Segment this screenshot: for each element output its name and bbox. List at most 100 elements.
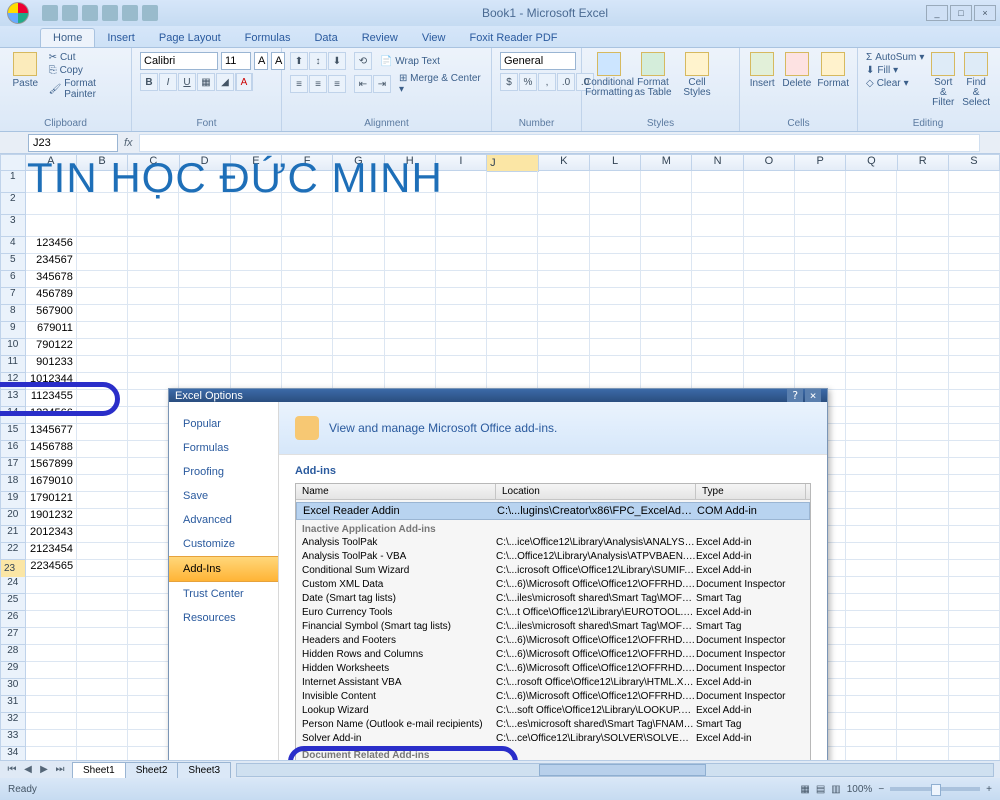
cell[interactable]: [846, 730, 897, 747]
cell[interactable]: [897, 322, 948, 339]
fill-color-button[interactable]: ◢: [216, 73, 234, 91]
cell[interactable]: [436, 215, 487, 237]
cell[interactable]: [744, 288, 795, 305]
cell[interactable]: [641, 254, 692, 271]
cell[interactable]: [385, 271, 436, 288]
cell[interactable]: [949, 475, 1000, 492]
align-right-button[interactable]: ≡: [328, 75, 346, 93]
cell[interactable]: [897, 679, 948, 696]
cell[interactable]: [77, 271, 128, 288]
tab-nav-next[interactable]: ▶: [36, 764, 52, 775]
cell[interactable]: [128, 215, 179, 237]
percent-button[interactable]: %: [519, 73, 537, 91]
col-header-O[interactable]: O: [744, 154, 795, 171]
col-header-A[interactable]: A: [26, 154, 77, 171]
cell[interactable]: [897, 628, 948, 645]
cell[interactable]: [77, 526, 128, 543]
cell[interactable]: [385, 322, 436, 339]
cell[interactable]: [179, 305, 230, 322]
dialog-nav-customize[interactable]: Customize: [169, 532, 278, 556]
row-header-9[interactable]: 9: [0, 322, 26, 339]
cell[interactable]: [26, 577, 77, 594]
paste-button[interactable]: Paste: [8, 52, 43, 89]
cell[interactable]: [538, 339, 589, 356]
formula-input[interactable]: [139, 134, 980, 152]
cell[interactable]: [897, 662, 948, 679]
cell[interactable]: [846, 288, 897, 305]
addin-row[interactable]: Hidden Rows and ColumnsC:\...6)\Microsof…: [296, 648, 810, 662]
cell[interactable]: [179, 339, 230, 356]
cell[interactable]: [77, 237, 128, 254]
cell[interactable]: 567900: [26, 305, 77, 322]
col-header-M[interactable]: M: [641, 154, 692, 171]
cell[interactable]: [897, 713, 948, 730]
col-header-R[interactable]: R: [898, 154, 949, 171]
cell[interactable]: [897, 171, 948, 193]
cell[interactable]: [385, 305, 436, 322]
bold-button[interactable]: B: [140, 73, 158, 91]
cell[interactable]: [26, 696, 77, 713]
cell[interactable]: [949, 271, 1000, 288]
cell[interactable]: [436, 254, 487, 271]
cell[interactable]: [846, 339, 897, 356]
find-select-button[interactable]: Find & Select: [962, 52, 990, 108]
tab-review[interactable]: Review: [350, 29, 410, 47]
col-header-S[interactable]: S: [949, 154, 1000, 171]
cell[interactable]: [77, 356, 128, 373]
cell[interactable]: [487, 237, 538, 254]
cell[interactable]: [179, 288, 230, 305]
cell[interactable]: [795, 215, 846, 237]
cell[interactable]: [385, 356, 436, 373]
cell[interactable]: [77, 628, 128, 645]
cell[interactable]: [26, 628, 77, 645]
align-middle-button[interactable]: ↕: [309, 52, 327, 70]
row-header-24[interactable]: 24: [0, 577, 26, 594]
view-break-icon[interactable]: ▥: [831, 784, 840, 795]
format-cells-button[interactable]: Format: [817, 52, 849, 89]
cell[interactable]: [590, 339, 641, 356]
cell[interactable]: 1012344: [26, 373, 77, 390]
row-header-1[interactable]: 1: [0, 171, 26, 193]
cell[interactable]: [333, 305, 384, 322]
cell[interactable]: [949, 424, 1000, 441]
cell[interactable]: [590, 254, 641, 271]
orientation-button[interactable]: ⟲: [354, 52, 372, 70]
cell[interactable]: [641, 193, 692, 215]
cell[interactable]: [77, 322, 128, 339]
cell[interactable]: [897, 560, 948, 577]
cell[interactable]: [77, 171, 128, 193]
addin-row[interactable]: Analysis ToolPakC:\...ice\Office12\Libra…: [296, 536, 810, 550]
cell[interactable]: [641, 339, 692, 356]
cell[interactable]: 1234566: [26, 407, 77, 424]
cell[interactable]: [949, 747, 1000, 760]
cell[interactable]: [436, 339, 487, 356]
row-header-12[interactable]: 12: [0, 373, 26, 390]
dialog-close-button[interactable]: ×: [805, 389, 821, 402]
row-header-5[interactable]: 5: [0, 254, 26, 271]
cell[interactable]: [949, 713, 1000, 730]
cell[interactable]: [487, 322, 538, 339]
row-header-6[interactable]: 6: [0, 271, 26, 288]
zoom-level[interactable]: 100%: [847, 784, 873, 795]
cell[interactable]: [744, 305, 795, 322]
cell[interactable]: [949, 339, 1000, 356]
tab-data[interactable]: Data: [302, 29, 349, 47]
office-button[interactable]: [0, 0, 36, 26]
cell[interactable]: 1345677: [26, 424, 77, 441]
cell[interactable]: [846, 475, 897, 492]
qat-save-icon[interactable]: [42, 5, 58, 21]
cell[interactable]: [487, 356, 538, 373]
cell[interactable]: [590, 271, 641, 288]
cell[interactable]: [77, 611, 128, 628]
cell[interactable]: [897, 475, 948, 492]
cell[interactable]: [333, 254, 384, 271]
cell[interactable]: [949, 237, 1000, 254]
cell[interactable]: [77, 594, 128, 611]
cell[interactable]: [949, 560, 1000, 577]
cell[interactable]: [487, 254, 538, 271]
cell[interactable]: [846, 679, 897, 696]
cell[interactable]: [231, 305, 282, 322]
cell[interactable]: [897, 339, 948, 356]
row-header-25[interactable]: 25: [0, 594, 26, 611]
cell[interactable]: [846, 662, 897, 679]
